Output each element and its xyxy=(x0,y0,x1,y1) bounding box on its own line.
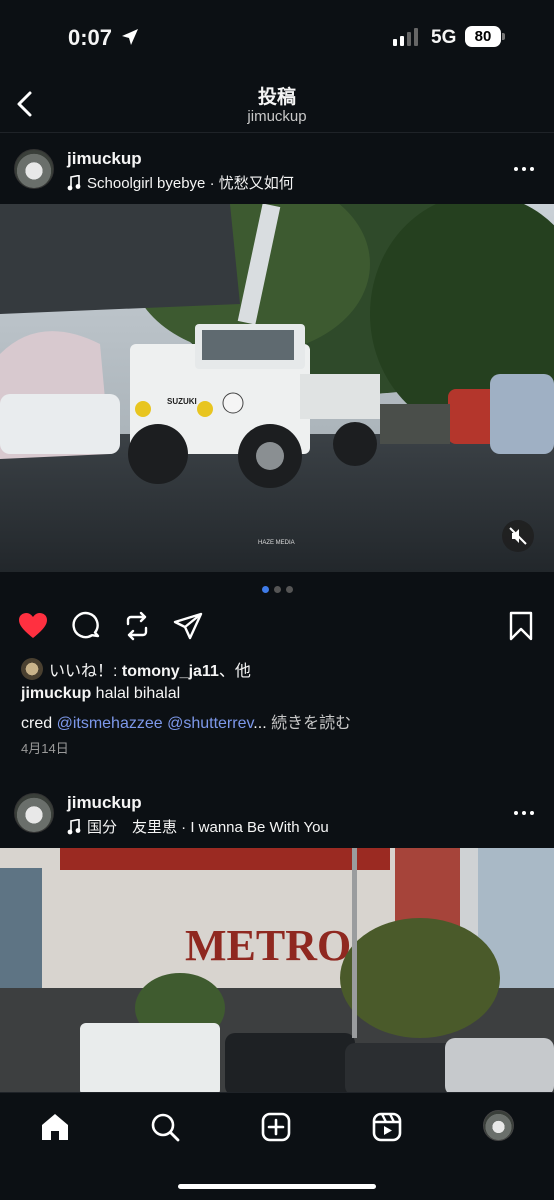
read-more-link[interactable]: 続きを読む xyxy=(267,715,351,732)
ellipsis: ... xyxy=(253,715,267,732)
post-date: 4月14日 xyxy=(21,741,69,756)
repost-icon[interactable] xyxy=(121,610,153,642)
music-title: 国分 友里恵 · I wanna Be With You xyxy=(87,819,329,836)
cellular-signal-icon xyxy=(393,28,418,46)
photo-label-suzuki: SUZUKI xyxy=(167,397,197,406)
carousel-dot-active xyxy=(261,586,269,593)
photo-label-watermark: HAZE MEDIA xyxy=(258,540,295,546)
music-row[interactable]: Schoolgirl byebye · 忧愁又如何 xyxy=(67,172,294,193)
carousel-indicator xyxy=(0,586,554,596)
home-indicator xyxy=(178,1184,376,1189)
post-photo[interactable]: SUZUKI HAZE MEDIA xyxy=(0,204,554,572)
profile-avatar[interactable] xyxy=(483,1110,514,1141)
more-options-icon[interactable] xyxy=(514,803,538,823)
comment-icon[interactable] xyxy=(70,610,102,642)
post-photo[interactable]: METRO xyxy=(0,848,554,1096)
mention-link[interactable]: @shutterrev xyxy=(167,715,253,732)
create-icon[interactable] xyxy=(260,1111,292,1143)
likes-avatar xyxy=(21,658,43,680)
network-label: 5G xyxy=(431,27,457,48)
reels-icon[interactable] xyxy=(371,1111,403,1143)
status-bar: 0:07 5G 80 xyxy=(0,0,554,75)
battery-cap xyxy=(502,33,505,40)
post-1: jimuckup Schoolgirl byebye · 忧愁又如何 SUZUK… xyxy=(0,134,554,572)
caption-cred: cred @itsmehazzee @shutterrev... 続きを読む xyxy=(21,709,351,733)
location-arrow-icon xyxy=(122,29,138,45)
photo-scene-metro: METRO xyxy=(0,848,554,1096)
heart-icon[interactable] xyxy=(17,610,49,642)
status-time: 0:07 xyxy=(68,25,113,50)
music-note-icon xyxy=(67,818,81,834)
music-row[interactable]: 国分 友里恵 · I wanna Be With You xyxy=(67,816,329,837)
likes-suffix: 、他 xyxy=(218,663,251,680)
post-username[interactable]: jimuckup xyxy=(67,793,142,813)
send-icon[interactable] xyxy=(172,610,204,642)
music-title: Schoolgirl byebye · 忧愁又如何 xyxy=(87,175,294,192)
post-username[interactable]: jimuckup xyxy=(67,149,142,169)
bookmark-icon[interactable] xyxy=(505,610,537,642)
home-icon[interactable] xyxy=(39,1111,71,1143)
battery-icon: 80 xyxy=(465,26,501,47)
post-2: jimuckup 国分 友里恵 · I wanna Be With You ME… xyxy=(0,778,554,1096)
mute-icon[interactable] xyxy=(502,520,534,552)
carousel-dot xyxy=(273,586,281,593)
mention-link[interactable]: @itsmehazzee xyxy=(57,715,163,732)
post-header: jimuckup 国分 友里恵 · I wanna Be With You xyxy=(0,778,554,848)
nav-header: 投稿 jimuckup xyxy=(0,75,554,133)
music-note-icon xyxy=(67,174,81,190)
likes-user[interactable]: tomony_ja11 xyxy=(122,663,219,680)
caption-text: halal bihalal xyxy=(91,685,181,702)
post-header: jimuckup Schoolgirl byebye · 忧愁又如何 xyxy=(0,134,554,204)
photo-scene-jimny: SUZUKI HAZE MEDIA xyxy=(0,204,554,572)
caption: jimuckup halal bihalal xyxy=(21,685,180,703)
page-subtitle[interactable]: jimuckup xyxy=(0,108,554,125)
carousel-dot xyxy=(285,586,293,593)
post-actions xyxy=(0,606,554,646)
page-title: 投稿 xyxy=(257,87,296,108)
search-icon[interactable] xyxy=(149,1111,181,1143)
avatar[interactable] xyxy=(14,149,54,189)
photo-label-metro: METRO xyxy=(185,921,351,970)
caption-username[interactable]: jimuckup xyxy=(21,685,91,702)
more-options-icon[interactable] xyxy=(514,159,538,179)
likes-prefix: いいね！: xyxy=(49,663,122,680)
cred-prefix: cred xyxy=(21,715,57,732)
likes-row[interactable]: いいね！: tomony_ja11、他 xyxy=(21,657,251,681)
avatar[interactable] xyxy=(14,793,54,833)
